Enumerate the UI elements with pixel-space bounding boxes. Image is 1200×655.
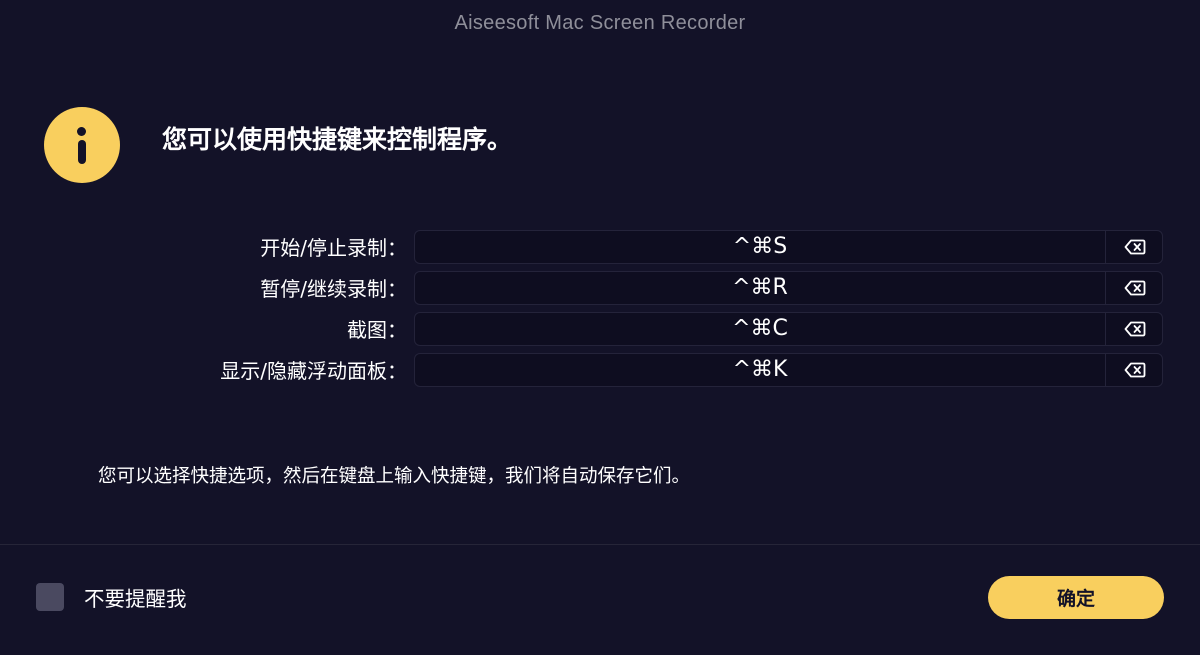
clear-shortcut-button[interactable]: [1106, 313, 1163, 345]
clear-shortcut-button[interactable]: [1106, 272, 1163, 304]
shortcut-keys[interactable]: ^⌘C: [415, 313, 1105, 345]
info-icon-dot: [77, 127, 86, 136]
delete-left-icon: [1124, 362, 1145, 378]
dont-remind-checkbox[interactable]: [36, 583, 64, 611]
shortcut-field-floating-panel[interactable]: ^⌘K: [414, 353, 1163, 387]
dont-remind-option[interactable]: 不要提醒我: [36, 583, 187, 611]
shortcut-label: 暂停/继续录制：: [260, 277, 407, 301]
hint-text: 您可以选择快捷选项，然后在键盘上输入快捷键，我们将自动保存它们。: [98, 466, 691, 487]
window-title: Aiseesoft Mac Screen Recorder: [454, 11, 746, 34]
delete-left-icon: [1124, 321, 1145, 337]
shortcut-label: 开始/停止录制：: [260, 236, 407, 260]
clear-shortcut-button[interactable]: [1106, 354, 1163, 386]
shortcut-row-start-stop: 开始/停止录制： ^⌘S: [0, 230, 1200, 266]
shortcut-field-start-stop[interactable]: ^⌘S: [414, 230, 1163, 264]
shortcut-row-floating-panel: 显示/隐藏浮动面板： ^⌘K: [0, 353, 1200, 389]
shortcut-row-pause-resume: 暂停/继续录制： ^⌘R: [0, 271, 1200, 307]
title-bar: Aiseesoft Mac Screen Recorder: [0, 0, 1200, 48]
info-icon: [44, 107, 120, 183]
info-icon-bar: [77, 140, 86, 164]
shortcut-keys[interactable]: ^⌘R: [415, 272, 1105, 304]
clear-shortcut-button[interactable]: [1106, 231, 1163, 263]
shortcut-label: 显示/隐藏浮动面板：: [220, 359, 407, 383]
shortcut-field-pause-resume[interactable]: ^⌘R: [414, 271, 1163, 305]
shortcut-keys[interactable]: ^⌘K: [415, 354, 1105, 386]
footer-divider: [0, 544, 1200, 545]
dont-remind-label[interactable]: 不要提醒我: [84, 582, 187, 612]
shortcut-field-screenshot[interactable]: ^⌘C: [414, 312, 1163, 346]
shortcut-label: 截图：: [347, 318, 407, 342]
headline: 您可以使用快捷键来控制程序。: [162, 125, 513, 154]
delete-left-icon: [1124, 280, 1145, 296]
ok-button[interactable]: 确定: [988, 576, 1164, 619]
shortcut-row-screenshot: 截图： ^⌘C: [0, 312, 1200, 348]
delete-left-icon: [1124, 239, 1145, 255]
shortcut-keys[interactable]: ^⌘S: [415, 231, 1105, 263]
